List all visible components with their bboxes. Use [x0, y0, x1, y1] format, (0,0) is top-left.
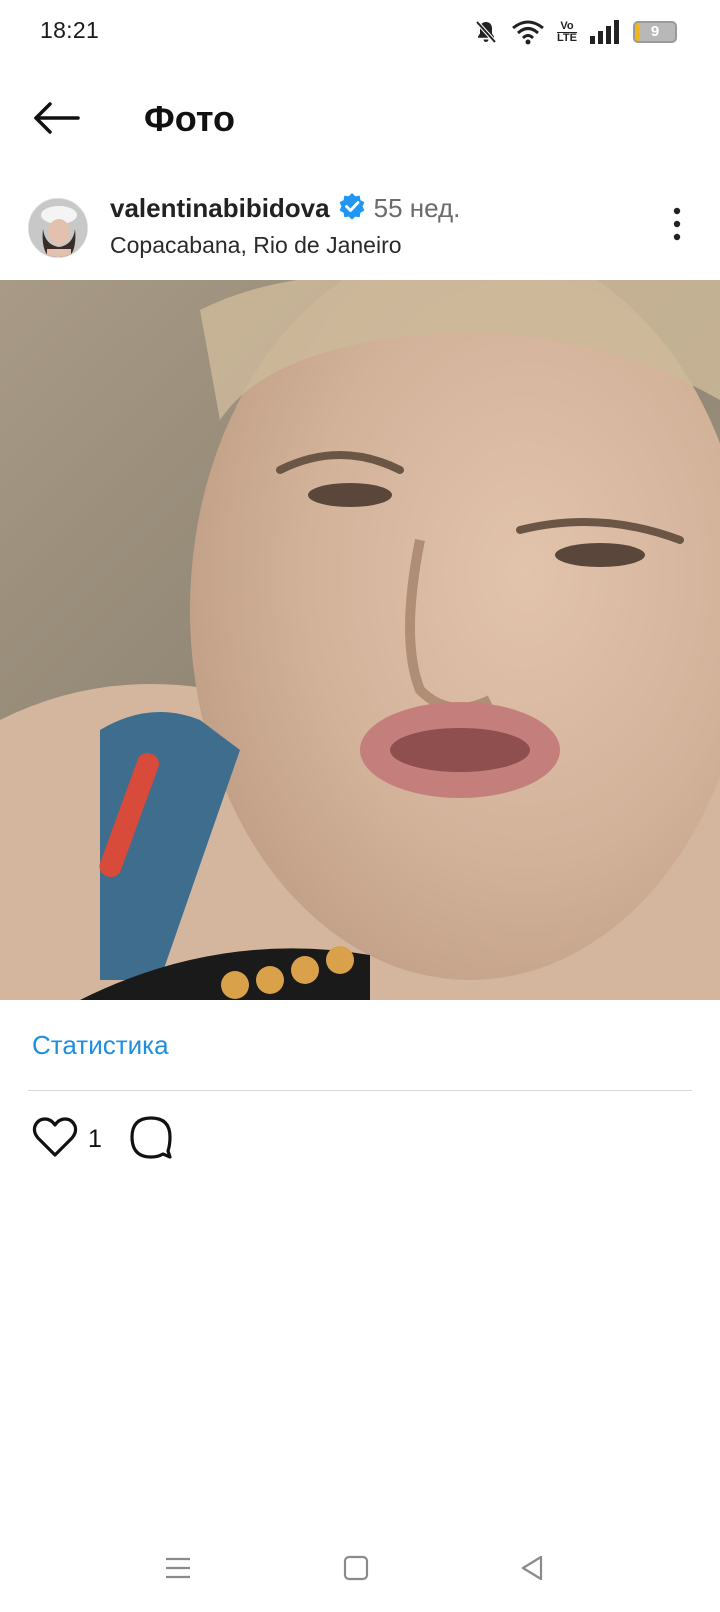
avatar-image	[29, 199, 87, 257]
status-icons: Vo LTE 9	[473, 16, 677, 48]
arrow-left-icon	[32, 101, 80, 139]
signal-icon	[589, 20, 621, 44]
top-app-bar: Фото	[0, 80, 720, 160]
post-image	[0, 280, 720, 1000]
status-bar: 18:21 Vo LTE 9	[0, 0, 720, 64]
avatar[interactable]	[28, 198, 88, 258]
system-back-button[interactable]	[512, 1552, 552, 1588]
wifi-icon	[511, 19, 545, 45]
home-button[interactable]	[336, 1552, 376, 1588]
divider	[28, 1090, 692, 1091]
battery-icon: 9	[633, 21, 677, 43]
battery-group: 9	[633, 21, 677, 43]
username-row: valentinabibidova 55 нед.	[110, 192, 460, 225]
volte-icon: Vo LTE	[557, 19, 577, 44]
heart-icon	[32, 1116, 78, 1163]
like-button[interactable]	[32, 1116, 78, 1163]
more-options-button[interactable]	[662, 204, 692, 248]
post-time: 55 нед.	[373, 193, 461, 223]
comment-icon	[128, 1114, 174, 1165]
recent-apps-button[interactable]	[158, 1552, 198, 1588]
back-button[interactable]	[28, 98, 84, 142]
notifications-muted-icon	[473, 19, 499, 45]
volte-top-label: Vo	[560, 19, 574, 32]
verified-badge-icon	[338, 192, 366, 225]
like-count[interactable]: 1	[88, 1125, 102, 1154]
system-nav-bar	[0, 1540, 720, 1600]
back-triangle-icon	[519, 1554, 545, 1587]
post-actions: 1	[32, 1112, 174, 1166]
username[interactable]: valentinabibidova	[110, 193, 330, 224]
status-time: 18:21	[40, 17, 100, 43]
volte-bottom-label: LTE	[557, 31, 577, 44]
statistics-link[interactable]: Статистика	[32, 1030, 169, 1061]
battery-level: 9	[650, 23, 660, 40]
comment-button[interactable]	[128, 1114, 174, 1165]
page-title: Фото	[144, 98, 235, 139]
more-vertical-icon	[673, 207, 681, 246]
post-location[interactable]: Copacabana, Rio de Janeiro	[110, 232, 402, 259]
post-header: valentinabibidova 55 нед. Copacabana, Ri…	[0, 180, 720, 276]
menu-icon	[164, 1555, 192, 1586]
post-photo[interactable]	[0, 280, 720, 1000]
home-square-icon	[343, 1555, 369, 1586]
